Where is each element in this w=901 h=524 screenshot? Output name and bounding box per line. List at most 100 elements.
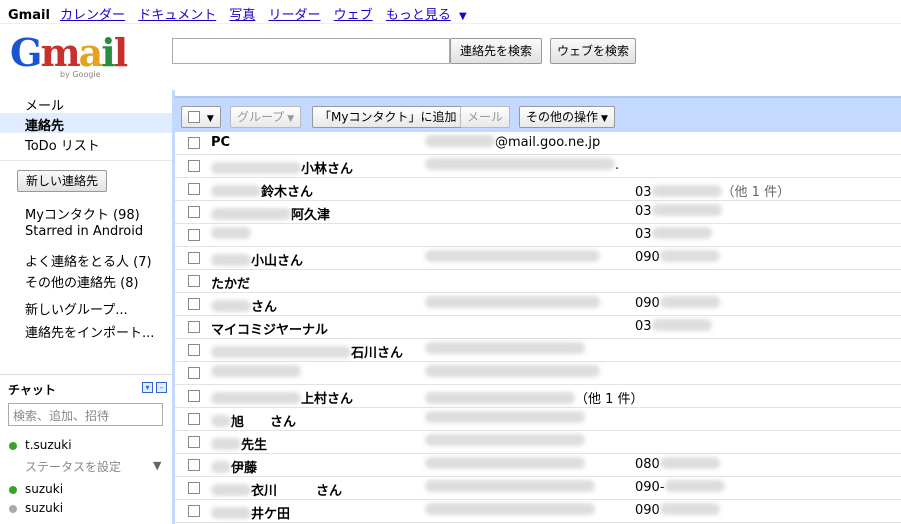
contact-name[interactable]: 小山さん — [211, 250, 303, 269]
table-row[interactable]: さん 090 — [175, 293, 901, 316]
redacted-text — [664, 480, 725, 492]
redacted-text — [425, 296, 600, 308]
contact-name[interactable]: PC — [211, 135, 230, 150]
redacted-text — [211, 162, 301, 174]
redacted-text — [659, 250, 720, 262]
contact-name[interactable]: たかだ — [211, 273, 250, 292]
row-checkbox[interactable] — [188, 183, 200, 195]
contact-name[interactable]: さん — [211, 296, 277, 315]
table-row[interactable]: 石川さん — [175, 339, 901, 362]
more-actions-button[interactable]: その他の操作 ▼ — [519, 106, 615, 128]
contact-name[interactable]: 石川さん — [211, 342, 403, 361]
contact-name[interactable]: 衣川 さん — [211, 480, 342, 499]
contact-name[interactable] — [211, 365, 301, 380]
top-navigation-bar: Gmail カレンダー ドキュメント 写真 リーダー ウェブ もっと見る ▼ — [0, 0, 901, 24]
group-starred-android[interactable]: Starred in Android — [25, 224, 143, 239]
row-checkbox[interactable] — [188, 505, 200, 517]
chevron-down-icon: ▼ — [287, 114, 295, 124]
table-row[interactable]: たかだ — [175, 270, 901, 293]
gmail-brand: Gmail — [8, 8, 50, 23]
row-checkbox[interactable] — [188, 436, 200, 448]
table-row[interactable]: 旭 さん — [175, 408, 901, 431]
import-contacts-link[interactable]: 連絡先をインポート... — [25, 322, 154, 341]
chevron-down-icon: ▼ — [601, 114, 608, 124]
nav-item-tasks[interactable]: ToDo リスト — [0, 133, 172, 154]
search-web-button[interactable]: ウェブを検索 — [550, 38, 636, 64]
chat-search-input[interactable]: 検索、追加、招待 — [8, 403, 163, 426]
set-status-label[interactable]: ステータスを設定 — [25, 458, 121, 475]
row-checkbox[interactable] — [188, 275, 200, 287]
status-dropdown-icon[interactable]: ▼ — [153, 459, 161, 472]
chat-contact[interactable]: suzuki — [25, 482, 63, 496]
group-button[interactable]: グループ ▼ — [230, 106, 302, 128]
table-row[interactable]: 鈴木さん 03 （他 1 件） — [175, 178, 901, 201]
contact-name[interactable]: マイコミジヤーナル — [211, 319, 328, 338]
table-row[interactable]: 伊藤 080 — [175, 454, 901, 477]
table-row[interactable]: 小山さん 090 — [175, 247, 901, 270]
chat-contact[interactable]: suzuki — [25, 501, 63, 515]
table-row[interactable]: 先生 — [175, 431, 901, 454]
row-checkbox[interactable] — [188, 390, 200, 402]
group-my-contacts[interactable]: Myコンタクト (98) — [25, 204, 140, 223]
nav-link-calendar[interactable]: カレンダー — [60, 8, 125, 23]
redacted-text — [425, 365, 600, 377]
row-checkbox[interactable] — [188, 321, 200, 333]
redacted-text — [211, 415, 231, 427]
nav-link-web[interactable]: ウェブ — [334, 8, 373, 23]
redacted-text — [651, 204, 722, 216]
new-contact-button[interactable]: 新しい連絡先 — [17, 170, 108, 192]
group-other-contacts[interactable]: その他の連絡先 (8) — [25, 272, 139, 291]
contact-phone: 03 — [635, 227, 712, 242]
contact-name[interactable]: 旭 さん — [211, 411, 296, 430]
row-checkbox[interactable] — [188, 206, 200, 218]
chat-options-icon[interactable]: ▾ — [142, 382, 153, 393]
table-row[interactable]: 井ケ田 090 — [175, 500, 901, 523]
more-dropdown-icon[interactable]: ▼ — [459, 11, 467, 22]
row-checkbox[interactable] — [188, 459, 200, 471]
table-row[interactable]: 小林さん. — [175, 155, 901, 178]
row-checkbox[interactable] — [188, 160, 200, 172]
row-checkbox[interactable] — [188, 229, 200, 241]
contact-name[interactable] — [211, 227, 251, 242]
table-row[interactable] — [175, 362, 901, 385]
contact-name[interactable]: 先生 — [211, 434, 267, 453]
contact-name[interactable]: 井ケ田 — [211, 503, 290, 522]
table-row[interactable]: マイコミジヤーナル 03 — [175, 316, 901, 339]
redacted-text — [211, 507, 251, 519]
table-row[interactable]: 衣川 さん 090- — [175, 477, 901, 500]
nav-link-more[interactable]: もっと見る — [386, 8, 451, 23]
chat-minimize-icon[interactable]: – — [156, 382, 167, 393]
search-contacts-button[interactable]: 連絡先を検索 — [450, 38, 542, 64]
table-row[interactable]: 上村さん （他 1 件） — [175, 385, 901, 408]
new-group-link[interactable]: 新しいグループ... — [25, 299, 128, 318]
nav-link-documents[interactable]: ドキュメント — [138, 8, 216, 23]
group-frequent[interactable]: よく連絡をとる人 (7) — [25, 251, 152, 270]
row-checkbox[interactable] — [188, 137, 200, 149]
add-to-my-contacts-button[interactable]: 「Myコンタクト」に追加▼ — [312, 106, 474, 128]
nav-item-contacts[interactable]: 連絡先 — [0, 113, 172, 134]
nav-item-mail[interactable]: メール — [0, 93, 172, 114]
row-checkbox[interactable] — [188, 298, 200, 310]
table-row[interactable]: 阿久津 03 — [175, 201, 901, 224]
contact-name[interactable]: 阿久津 — [211, 204, 330, 223]
redacted-text — [211, 254, 251, 266]
row-checkbox[interactable] — [188, 367, 200, 379]
contact-name[interactable]: 小林さん — [211, 158, 353, 177]
contact-name[interactable]: 鈴木さん — [211, 181, 313, 200]
row-checkbox[interactable] — [188, 344, 200, 356]
row-checkbox[interactable] — [188, 252, 200, 264]
mail-button[interactable]: メール — [460, 106, 511, 128]
search-input[interactable] — [172, 38, 450, 64]
row-checkbox[interactable] — [188, 482, 200, 494]
gmail-logo[interactable]: Gmail by Google — [10, 34, 128, 80]
table-row[interactable]: 03 — [175, 224, 901, 247]
contact-name[interactable]: 上村さん — [211, 388, 353, 407]
row-checkbox[interactable] — [188, 413, 200, 425]
select-checkbox-icon — [188, 111, 200, 123]
table-row[interactable]: PC @mail.goo.ne.jp — [175, 132, 901, 155]
nav-link-reader[interactable]: リーダー — [269, 8, 321, 23]
nav-link-photos[interactable]: 写真 — [229, 8, 255, 23]
contact-name[interactable]: 伊藤 — [211, 457, 257, 476]
select-all-button[interactable]: ▼ — [181, 106, 221, 128]
redacted-text — [425, 503, 595, 515]
